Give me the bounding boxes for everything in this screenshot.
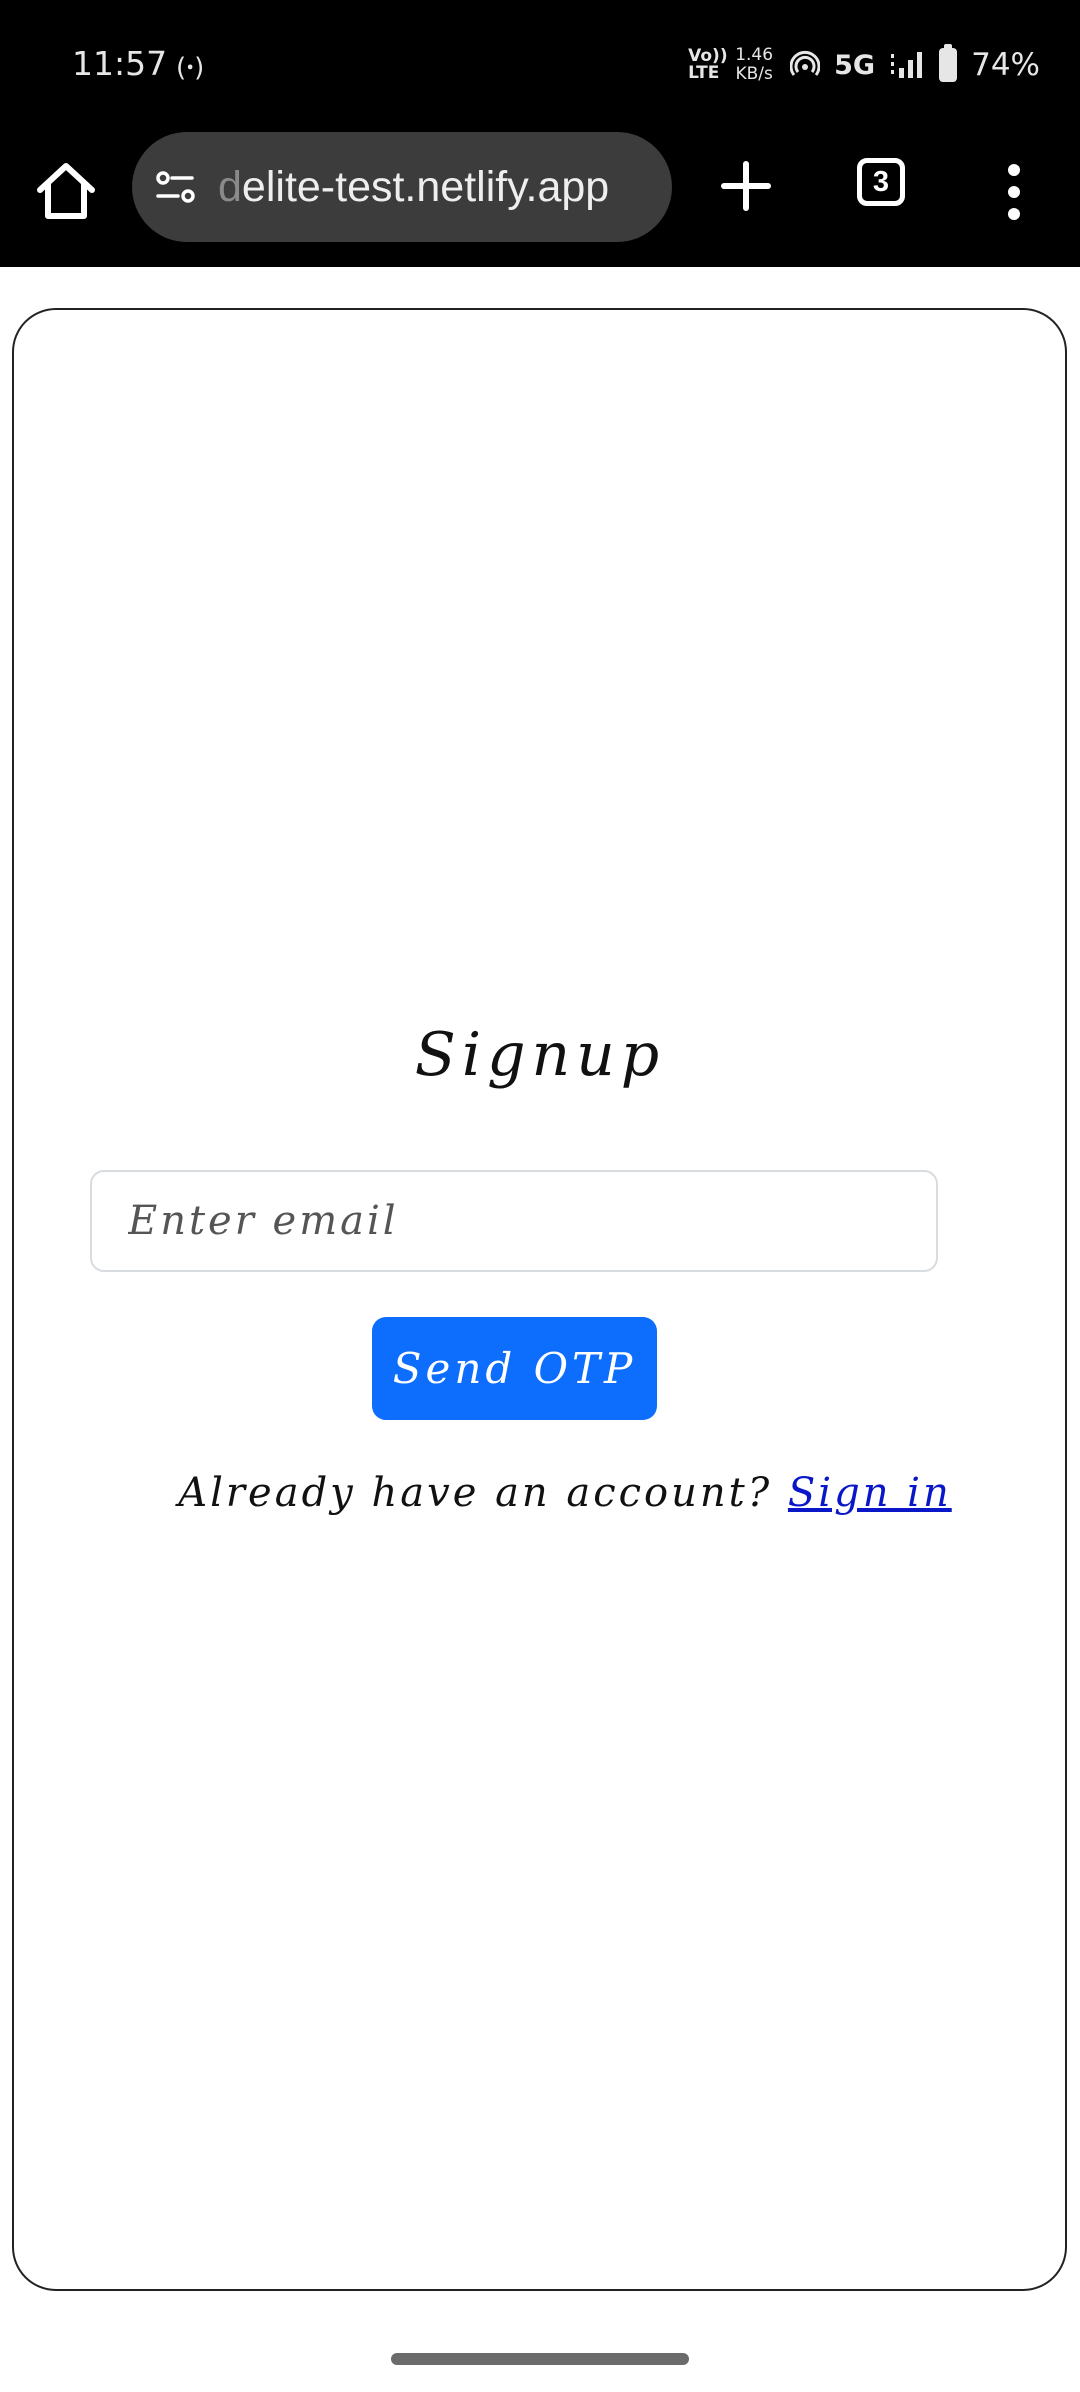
signin-link[interactable]: Sign in [788,1470,952,1516]
tab-switcher-button[interactable]: 3 [857,158,905,206]
battery-percent: 74% [971,47,1040,83]
speed-unit: KB/s [735,64,773,84]
clock: 11:57 [72,44,168,83]
speed-value: 1.46 [735,45,774,65]
signin-prompt-text: Already have an account? [178,1470,788,1516]
signup-card [12,308,1067,2291]
home-icon[interactable] [30,156,102,228]
page-title: Signup [414,1020,666,1090]
browser-toolbar: delite-test.netlify.app 3 [0,130,1080,267]
send-otp-button[interactable]: Send OTP [372,1317,657,1420]
url-faded-part: d [218,162,242,211]
volte-icon: Vo)) LTE [688,48,727,83]
url-text[interactable]: delite-test.netlify.app [218,163,609,212]
hotspot-icon: (ꞏ) [176,53,205,83]
email-input[interactable] [90,1170,938,1272]
network-speed: 1.46 KB/s [732,46,776,84]
gesture-nav-bar[interactable] [391,2353,689,2365]
signal-icon [891,52,923,78]
signin-prompt: Already have an account? Sign in [0,1470,1080,1516]
wifi-hotspot-icon [790,50,821,76]
more-menu-icon[interactable] [1000,162,1028,222]
status-bar: 11:57 (ꞏ) Vo)) LTE 1.46 KB/s 5G 74% [0,0,1080,130]
new-tab-icon[interactable] [718,158,774,214]
site-settings-icon[interactable] [152,163,200,211]
url-main-part: elite-test.netlify.app [241,162,610,211]
address-bar[interactable]: delite-test.netlify.app [132,132,672,242]
volte-bottom: LTE [688,63,720,83]
status-icons: Vo)) LTE 1.46 KB/s 5G 74% [688,40,1040,90]
network-type: 5G [834,49,876,81]
battery-icon [939,44,958,82]
